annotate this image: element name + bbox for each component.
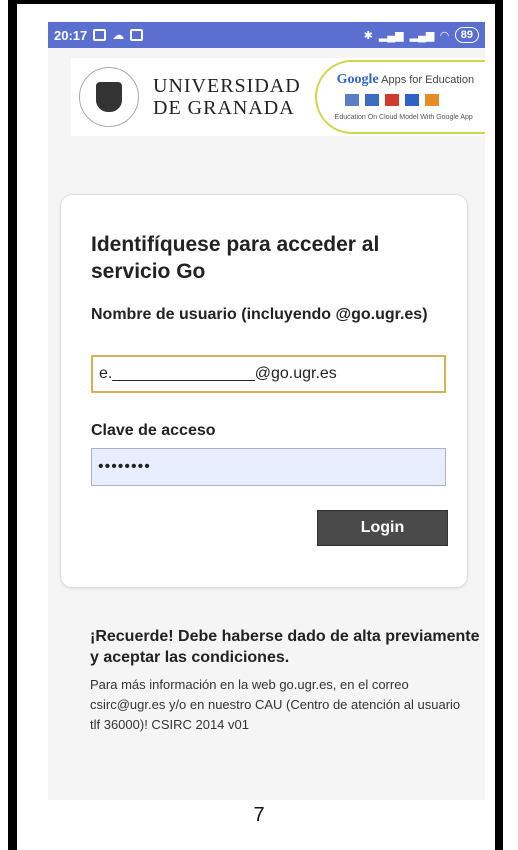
- status-right: ✱ ▂▄▆ ▂▄▆ ◠ 89: [364, 27, 479, 43]
- phone-screen: 20:17 ☁ ✱ ▂▄▆ ▂▄▆ ◠ 89 UNIVERSIDAD DE GR…: [48, 22, 485, 800]
- notice-title: ¡Recuerde! Debe haberse dado de alta pre…: [90, 628, 480, 666]
- battery-icon: 89: [454, 27, 479, 43]
- google-apps-icons: [344, 94, 439, 106]
- google-brand: Google: [336, 72, 379, 87]
- status-time: 20:17: [54, 27, 88, 43]
- login-card: Identifíquese para acceder al servicio G…: [60, 194, 468, 588]
- status-left: 20:17 ☁: [54, 27, 144, 43]
- docs-icon: [364, 94, 379, 106]
- password-input[interactable]: ••••••••: [91, 448, 446, 486]
- university-name-line1: UNIVERSIDAD: [153, 75, 301, 97]
- notice-text: Para más información en la web go.ugr.es…: [90, 677, 461, 732]
- google-apps-subtitle: Education On Cloud Model With Google App: [334, 114, 473, 121]
- login-title: Identifíquese para acceder al servicio G…: [91, 233, 380, 283]
- talk-icon: [424, 94, 439, 106]
- password-label: Clave de acceso: [91, 422, 216, 439]
- header-banner: UNIVERSIDAD DE GRANADA Google Apps for E…: [71, 58, 485, 136]
- document-frame-right: [495, 0, 503, 850]
- university-seal-icon: [79, 67, 139, 127]
- status-bar: 20:17 ☁ ✱ ▂▄▆ ▂▄▆ ◠ 89: [48, 22, 485, 48]
- username-input[interactable]: e.________________@go.ugr.es: [91, 355, 446, 393]
- app-notification-icon: [130, 29, 144, 41]
- university-name: UNIVERSIDAD DE GRANADA: [153, 75, 301, 119]
- signal-icon: ▂▄▆: [378, 29, 404, 42]
- google-apps-text: Apps for Education: [381, 74, 475, 86]
- university-name-line2: DE GRANADA: [153, 97, 295, 119]
- notification-icon: [93, 29, 107, 41]
- username-label: Nombre de usuario (incluyendo @go.ugr.es…: [91, 306, 428, 323]
- calendar-icon: [404, 94, 419, 106]
- login-button[interactable]: Login: [317, 510, 448, 546]
- google-apps-title: Google Apps for Education: [337, 72, 474, 88]
- page-number: 7: [253, 804, 265, 826]
- wifi-icon: ◠: [440, 29, 449, 42]
- cloud-icon: ☁: [112, 28, 125, 42]
- document-frame-top: [8, 0, 503, 4]
- document-frame-left: [8, 0, 17, 850]
- google-apps-logo: Google Apps for Education Education On C…: [314, 60, 485, 134]
- bluetooth-icon: ✱: [363, 29, 373, 42]
- sites-icon: [344, 94, 359, 106]
- gmail-icon: [384, 94, 399, 106]
- signal-icon-2: ▂▄▆: [409, 29, 435, 42]
